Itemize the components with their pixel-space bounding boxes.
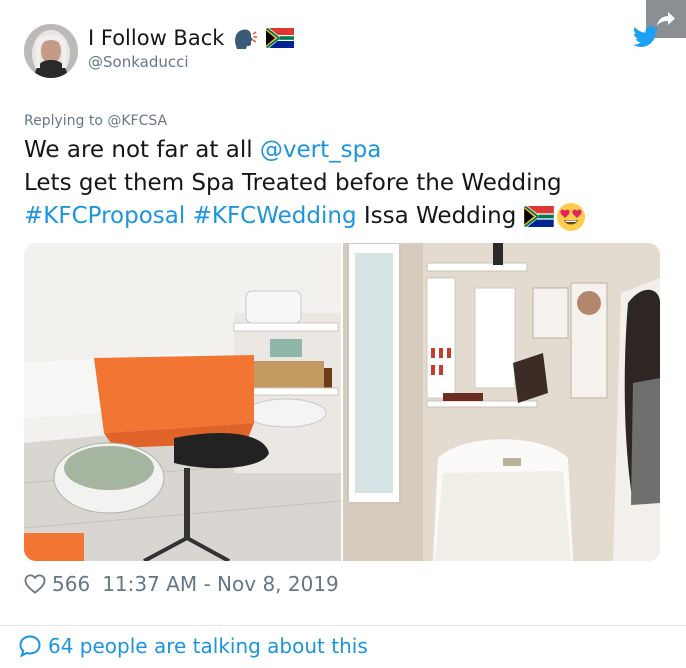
tweet-line-1: We are not far at all @vert_spa — [24, 134, 664, 167]
hashtag-link[interactable]: #KFCWedding — [193, 200, 357, 233]
south-africa-flag-icon — [266, 28, 295, 48]
user-name-row: I Follow Back — [88, 25, 295, 51]
twitter-logo-icon[interactable] — [632, 26, 659, 52]
tweet-line-2: Lets get them Spa Treated before the Wed… — [24, 167, 664, 200]
photo-image — [24, 243, 344, 561]
conversation-link[interactable]: 64 people are talking about this — [18, 634, 368, 658]
photo-spa-treatment-room-right[interactable] — [343, 243, 660, 561]
tweet-timestamp[interactable]: 11:37 AM - Nov 8, 2019 — [102, 572, 339, 596]
like-count[interactable]: 566 — [52, 572, 90, 596]
mention-link[interactable]: @vert_spa — [260, 134, 381, 167]
tweet-media[interactable] — [24, 243, 660, 561]
tweet-meta-row: 566 11:37 AM - Nov 8, 2019 — [24, 572, 339, 596]
tweet-line-3: #KFCProposal #KFCWedding Issa Wedding — [24, 200, 664, 233]
photo-spa-treatment-room-left[interactable] — [24, 243, 344, 561]
footer-divider — [0, 625, 686, 626]
heart-eyes-emoji-icon — [556, 202, 585, 231]
speech-bubble-icon — [19, 635, 41, 658]
hashtag-link[interactable]: #KFCProposal — [24, 200, 185, 233]
photo-image — [343, 243, 660, 561]
south-africa-flag-icon — [523, 206, 554, 227]
heart-outline-icon[interactable] — [24, 574, 46, 594]
tweet-text: We are not far at all @vert_spa Lets get… — [24, 134, 664, 233]
talking-count-text[interactable]: 64 people are talking about this — [48, 634, 368, 658]
tweet-text-segment: Issa Wedding — [356, 203, 524, 229]
share-arrow-icon — [657, 12, 675, 26]
tweet-text-segment: Lets get them Spa Treated before the Wed… — [24, 170, 562, 196]
speaking-head-emoji-icon — [235, 29, 258, 49]
replying-to-label[interactable]: Replying to @KFCSA — [24, 113, 167, 129]
tweet-text-segment: We are not far at all — [24, 137, 260, 163]
avatar[interactable] — [24, 24, 78, 78]
user-handle[interactable]: @Sonkaducci — [88, 53, 189, 71]
display-name[interactable]: I Follow Back — [88, 25, 224, 51]
